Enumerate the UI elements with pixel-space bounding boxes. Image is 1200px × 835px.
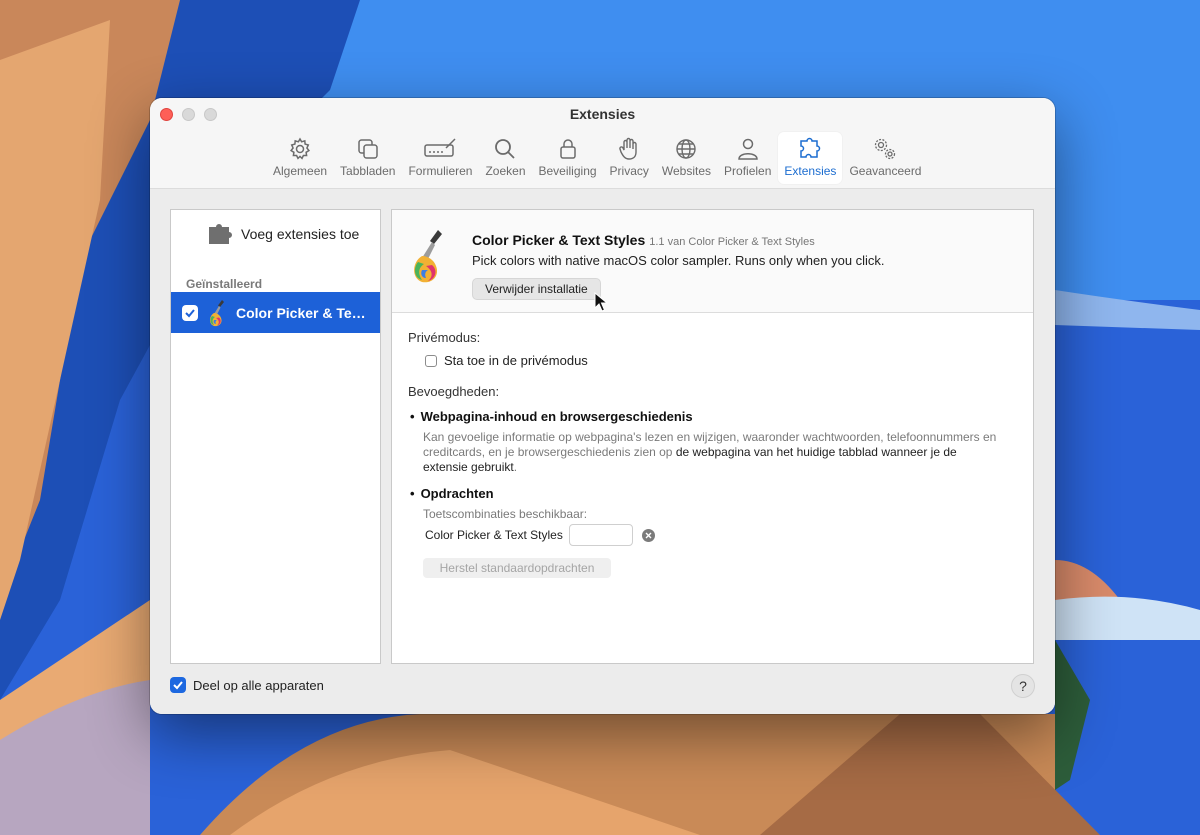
tab-profielen[interactable]: Profielen: [718, 132, 777, 184]
extension-title-name: Color Picker & Text Styles: [472, 232, 646, 248]
sidebar-item-color-picker[interactable]: Color Picker & Text Styles: [171, 292, 380, 333]
tab-geavanceerd[interactable]: Geavanceerd: [843, 132, 927, 184]
tab-label: Beveiliging: [538, 164, 597, 178]
tab-label: Formulieren: [408, 164, 473, 178]
clear-shortcut-button[interactable]: [641, 528, 655, 542]
tab-label: Extensies: [784, 164, 837, 178]
private-mode-label: Sta toe in de privémodus: [444, 353, 588, 368]
tab-privacy[interactable]: Privacy: [604, 132, 655, 184]
globe-icon: [676, 139, 697, 159]
extension-name: Color Picker & Text Styles: [236, 304, 366, 321]
installed-heading: Geïnstalleerd: [186, 277, 263, 291]
extension-enabled-checkbox[interactable]: [182, 304, 198, 321]
color-picker-icon: [210, 299, 224, 326]
permission-webpage-content: • Webpagina-inhoud en browsergeschiedenis: [410, 409, 693, 424]
forms-icon: [424, 138, 456, 157]
preferences-content: Voeg extensies toe Geïnstalleerd Color P…: [150, 189, 1055, 714]
tab-beveiliging[interactable]: Beveiliging: [533, 132, 603, 184]
private-mode-heading: Privémodus:: [408, 330, 481, 345]
tab-label: Privacy: [609, 164, 649, 178]
tab-formulieren[interactable]: Formulieren: [402, 132, 478, 184]
tab-label: Tabbladen: [340, 164, 396, 178]
extension-detail-pane: Color Picker & Text Styles 1.1 van Color …: [391, 209, 1034, 664]
hand-icon: [619, 137, 637, 160]
private-mode-option[interactable]: Sta toe in de privémodus: [425, 353, 588, 368]
permission-title: Opdrachten: [420, 486, 494, 501]
share-checkbox[interactable]: [170, 677, 186, 693]
share-across-devices-option[interactable]: Deel op alle apparaten: [170, 677, 324, 693]
reset-commands-button[interactable]: Herstel standaardopdrachten: [423, 558, 611, 578]
tab-label: Profielen: [724, 164, 772, 178]
search-icon: [495, 139, 516, 159]
help-button[interactable]: ?: [1011, 674, 1035, 698]
shortcut-input[interactable]: [568, 524, 633, 546]
extension-version: 1.1 van Color Picker & Text Styles: [649, 236, 815, 248]
checkmark-icon: [173, 681, 183, 690]
shortcuts-heading: Toetscombinaties beschikbaar:: [423, 507, 588, 521]
shortcut-name: Color Picker & Text Styles: [425, 528, 563, 542]
puzzle-icon: [800, 137, 821, 158]
preferences-toolbar: Algemeen Tabbladen Formulieren Zoeken Be…: [267, 132, 928, 184]
tab-label: Geavanceerd: [849, 164, 922, 178]
permission-commands: • Opdrachten: [410, 486, 494, 501]
tab-label: Zoeken: [485, 164, 526, 178]
tab-tabbladen[interactable]: Tabbladen: [334, 132, 401, 184]
add-extensions-label: Voeg extensies toe: [241, 226, 360, 242]
title-bar: Extensies Algemeen Tabbladen Formulieren…: [150, 98, 1055, 189]
tab-label: Websites: [661, 164, 712, 178]
person-icon: [737, 138, 758, 160]
private-mode-checkbox[interactable]: [425, 354, 437, 367]
checkmark-icon: [185, 308, 195, 317]
preferences-window: Extensies Algemeen Tabbladen Formulieren…: [150, 98, 1055, 714]
mouse-cursor-icon: [594, 292, 608, 312]
tab-extensies[interactable]: Extensies: [778, 132, 843, 184]
permission-description: Kan gevoelige informatie op webpagina's …: [423, 430, 1003, 475]
tab-zoeken[interactable]: Zoeken: [479, 132, 531, 184]
extension-title: Color Picker & Text Styles 1.1 van Color …: [472, 232, 815, 248]
bullet: •: [410, 409, 415, 424]
shortcut-row: Color Picker & Text Styles: [425, 524, 655, 546]
close-icon: [645, 532, 652, 538]
color-picker-icon: [414, 230, 442, 283]
extension-description: Pick colors with native macOS color samp…: [472, 253, 885, 268]
bullet: •: [410, 486, 415, 501]
tab-websites[interactable]: Websites: [656, 132, 717, 184]
puzzle-icon: [209, 224, 232, 244]
extension-header: Color Picker & Text Styles 1.1 van Color …: [392, 210, 1033, 313]
lock-icon: [559, 139, 576, 159]
uninstall-button[interactable]: Verwijder installatie: [472, 278, 601, 300]
permissions-heading: Bevoegdheden:: [408, 384, 500, 399]
add-extensions-button[interactable]: Voeg extensies toe: [207, 222, 359, 246]
permission-title: Webpagina-inhoud en browsergeschiedenis: [420, 409, 693, 424]
gear-icon: [290, 137, 311, 160]
permission-desc-end: .: [513, 460, 518, 474]
tab-label: Algemeen: [273, 164, 328, 178]
extensions-sidebar: Voeg extensies toe Geïnstalleerd Color P…: [170, 209, 381, 664]
window-title: Extensies: [569, 106, 636, 122]
tab-algemeen[interactable]: Algemeen: [267, 132, 333, 184]
gears-icon: [875, 138, 896, 160]
tabs-icon: [357, 139, 378, 159]
share-label: Deel op alle apparaten: [193, 677, 324, 693]
